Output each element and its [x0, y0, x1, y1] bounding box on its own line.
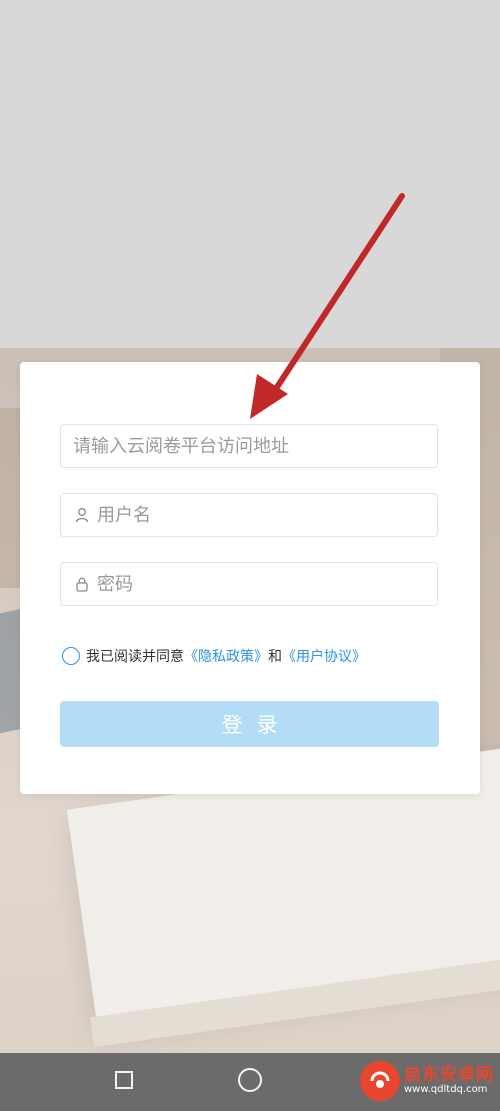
username-field[interactable] — [60, 493, 438, 537]
agreement-text: 我已阅读并同意 — [86, 649, 184, 665]
watermark-url: www.qdltdq.com — [404, 1084, 488, 1096]
privacy-policy-link[interactable]: 《隐私政策》 — [184, 646, 268, 666]
square-icon[interactable] — [115, 1071, 133, 1089]
user-agreement-link[interactable]: 《用户协议》 — [282, 646, 366, 666]
watermark: 启东安卓网 www.qdltdq.com — [360, 1050, 500, 1111]
login-card: 我已阅读并同意 《隐私政策》 和 《用户协议》 登录 — [20, 362, 480, 794]
watermark-title: 启东安卓网 — [404, 1064, 494, 1085]
agreement-conjunction: 和 — [268, 649, 282, 665]
circle-icon[interactable] — [238, 1068, 262, 1092]
lock-icon — [73, 575, 91, 593]
login-button[interactable]: 登录 — [60, 701, 439, 747]
watermark-logo — [360, 1060, 400, 1101]
password-field[interactable] — [60, 562, 438, 606]
username-input[interactable] — [91, 504, 437, 526]
url-field[interactable] — [60, 424, 438, 468]
password-input[interactable] — [91, 573, 437, 595]
agreement-checkbox[interactable] — [62, 647, 80, 665]
top-blank-area — [0, 0, 500, 348]
user-icon — [73, 506, 91, 524]
url-input[interactable] — [61, 435, 437, 457]
agreement-row: 我已阅读并同意 《隐私政策》 和 《用户协议》 — [62, 645, 366, 667]
